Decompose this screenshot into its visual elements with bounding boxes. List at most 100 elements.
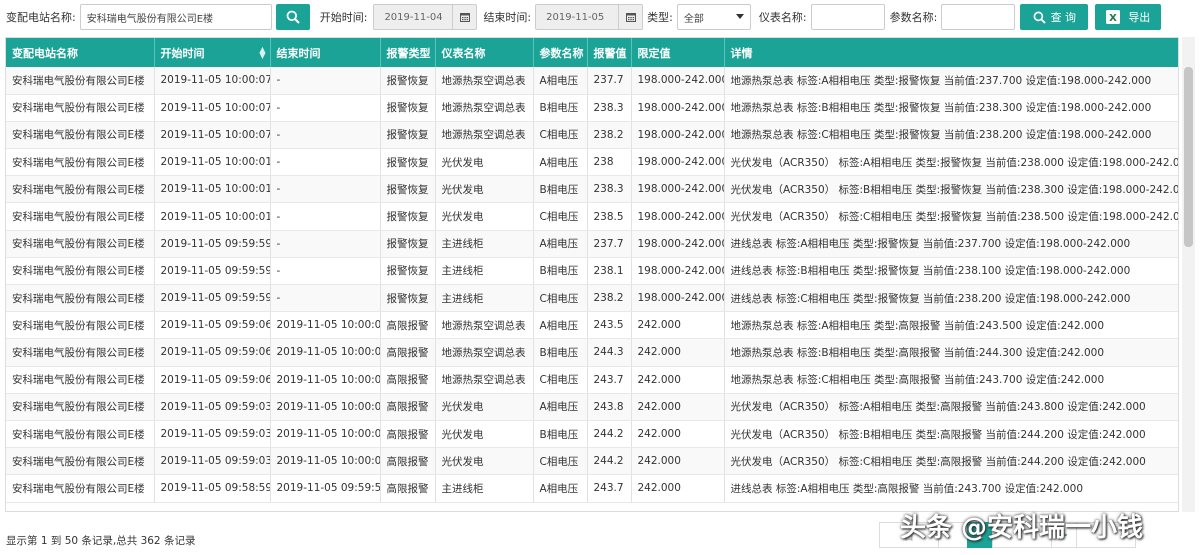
table-row[interactable]: 安科瑞电气股份有限公司E楼 2019-11-05 10:00:01- 报警恢复 光伏发… [6, 202, 1178, 231]
export-button[interactable]: X 导出 [1095, 4, 1162, 30]
table-row[interactable]: 安科瑞电气股份有限公司E楼 2019-11-05 10:00:07- 报警恢复 地源热… [6, 67, 1178, 95]
cell-end-time: - [270, 67, 381, 95]
cell-alarm-type: 报警恢复 [380, 67, 436, 95]
table-row[interactable]: 安科瑞电气股份有限公司E楼 2019-11-05 10:00:07- 报警恢复 地源热… [6, 94, 1178, 122]
table-row[interactable]: 安科瑞电气股份有限公司E楼 2019-11-05 09:59:59- 报警恢复 主进线… [6, 284, 1178, 313]
cell-station: 安科瑞电气股份有限公司E楼 [6, 366, 155, 394]
vertical-scrollbar[interactable] [1182, 37, 1195, 512]
cell-param-name: A相电压 [533, 393, 588, 421]
end-date-input[interactable]: 2019-11-05 [535, 4, 620, 30]
table-row[interactable]: 安科瑞电气股份有限公司E楼 2019-11-05 09:59:03 2019-11-… [6, 447, 1178, 476]
start-date-input[interactable]: 2019-11-04 [373, 4, 454, 30]
column-header-limit-value[interactable]: 限定值 [631, 38, 725, 67]
cell-end-time: 2019-11-05 10:00:07 [270, 311, 381, 340]
column-header-station[interactable]: 变配电站名称 [6, 38, 155, 67]
cell-meter-name: 光伏发电 [435, 148, 534, 177]
table-row[interactable]: 安科瑞电气股份有限公司E楼 2019-11-05 09:58:59 2019-11-… [6, 474, 1178, 503]
start-calendar-button[interactable] [453, 4, 478, 30]
calendar-icon [625, 13, 636, 22]
cell-alarm-value: 237.7 [587, 230, 632, 258]
start-time-label: 开始时间: [319, 11, 368, 24]
cell-limit-value: 242.000 [631, 311, 725, 340]
cell-limit-value: 198.000-242.000 [631, 202, 725, 231]
cell-details: 进线总表 标签:A相相电压 类型:报警恢复 当前值:237.700 设定值:19… [724, 230, 1178, 258]
column-header-start-time[interactable]: 开始时间 ▲ ▼ [154, 38, 271, 67]
table-row[interactable]: 安科瑞电气股份有限公司E楼 2019-11-05 09:59:03 2019-11-… [6, 420, 1178, 449]
cell-meter-name: 光伏发电 [435, 202, 534, 231]
cell-station: 安科瑞电气股份有限公司E楼 [6, 311, 155, 340]
cell-limit-value: 198.000-242.000 [631, 284, 725, 313]
cell-details: 光伏发电（ACR350） 标签:A相相电压 类型:高限报警 当前值:243.80… [724, 393, 1178, 421]
cell-station: 安科瑞电气股份有限公司E楼 [6, 447, 155, 476]
query-button-label: 查 询 [1050, 11, 1077, 24]
cell-alarm-value: 238.3 [587, 175, 632, 204]
cell-details: 地源热泵总表 标签:A相相电压 类型:报警恢复 当前值:237.700 设定值:… [724, 67, 1178, 95]
start-date-picker[interactable]: 2019-11-04 [373, 4, 478, 30]
cell-alarm-value: 238.2 [587, 284, 632, 313]
cell-alarm-type: 报警恢复 [380, 148, 436, 177]
cell-end-time: - [270, 284, 381, 313]
type-select[interactable]: 全部 [676, 4, 751, 30]
cell-meter-name: 光伏发电 [435, 447, 534, 476]
cell-start-time: 2019-11-05 09:59:06 [154, 366, 271, 394]
cell-start-time: 2019-11-05 09:59:06 [154, 311, 271, 340]
table-row[interactable]: 安科瑞电气股份有限公司E楼 2019-11-05 10:00:01- 报警恢复 光伏发… [6, 148, 1178, 177]
cell-alarm-type: 高限报警 [380, 311, 436, 340]
pagination-summary: 显示第 1 到 50 条记录,总共 362 条记录 [6, 535, 196, 547]
table-row[interactable]: 安科瑞电气股份有限公司E楼 2019-11-05 09:59:06 2019-11-… [6, 338, 1178, 367]
cell-details: 光伏发电（ACR350） 标签:B相相电压 类型:高限报警 当前值:244.20… [724, 420, 1178, 449]
cell-details: 进线总表 标签:C相相电压 类型:报警恢复 当前值:238.200 设定值:19… [724, 284, 1178, 313]
param-name-input[interactable] [941, 4, 1016, 30]
table-row[interactable]: 安科瑞电气股份有限公司E楼 2019-11-05 10:00:01- 报警恢复 光伏发… [6, 175, 1178, 204]
end-date-picker[interactable]: 2019-11-05 [535, 4, 644, 30]
cell-details: 光伏发电（ACR350） 标签:C相相电压 类型:高限报警 当前值:244.20… [724, 447, 1178, 476]
cell-start-time: 2019-11-05 09:59:03 [154, 447, 271, 476]
query-button[interactable]: 查 询 [1020, 4, 1089, 30]
cell-alarm-value: 244.2 [587, 420, 632, 449]
cell-start-time: 2019-11-05 09:59:59 [154, 257, 271, 286]
cell-meter-name: 光伏发电 [435, 393, 534, 421]
cell-meter-name: 主进线柜 [435, 284, 534, 313]
table-row[interactable]: 安科瑞电气股份有限公司E楼 2019-11-05 09:59:06 2019-11-… [6, 311, 1178, 340]
table-row[interactable]: 安科瑞电气股份有限公司E楼 2019-11-05 09:59:03 2019-11-… [6, 393, 1178, 421]
column-header-meter-name[interactable]: 仪表名称 [435, 38, 534, 67]
cell-param-name: B相电压 [533, 257, 588, 286]
cell-meter-name: 地源热泵空调总表 [435, 121, 534, 150]
column-header-details[interactable]: 详情 [724, 38, 1178, 67]
table-row[interactable]: 安科瑞电气股份有限公司E楼 2019-11-05 09:59:59- 报警恢复 主进线… [6, 230, 1178, 258]
table-row[interactable]: 安科瑞电气股份有限公司E楼 2019-11-05 09:59:59- 报警恢复 主进线… [6, 257, 1178, 286]
cell-limit-value: 198.000-242.000 [631, 121, 725, 150]
cell-param-name: C相电压 [533, 284, 588, 313]
type-label: 类型: [647, 11, 673, 24]
end-calendar-button[interactable] [619, 4, 644, 30]
cell-station: 安科瑞电气股份有限公司E楼 [6, 148, 155, 177]
cell-meter-name: 光伏发电 [435, 420, 534, 449]
table-row[interactable]: 安科瑞电气股份有限公司E楼 2019-11-05 09:59:06 2019-11-… [6, 366, 1178, 394]
cell-limit-value: 198.000-242.000 [631, 230, 725, 258]
cell-station: 安科瑞电气股份有限公司E楼 [6, 284, 155, 313]
column-header-param-name[interactable]: 参数名称 [533, 38, 588, 67]
table-row[interactable]: 安科瑞电气股份有限公司E楼 2019-11-05 10:00:07- 报警恢复 地源热… [6, 121, 1178, 150]
cell-details: 地源热泵总表 标签:B相相电压 类型:高限报警 当前值:244.300 设定值:… [724, 338, 1178, 367]
cell-start-time: 2019-11-05 10:00:07 [154, 121, 271, 150]
column-header-alarm-type[interactable]: 报警类型 [380, 38, 436, 67]
cell-param-name: B相电压 [533, 338, 588, 367]
cell-alarm-value: 244.3 [587, 338, 632, 367]
search-icon [1033, 11, 1046, 24]
end-time-label: 结束时间: [483, 11, 532, 24]
cell-end-time: - [270, 121, 381, 150]
scrollbar-thumb[interactable] [1184, 67, 1193, 247]
station-input[interactable]: 安科瑞电气股份有限公司E楼 [79, 4, 272, 30]
station-search-button[interactable] [275, 4, 310, 30]
cell-start-time: 2019-11-05 10:00:01 [154, 202, 271, 231]
cell-param-name: B相电压 [533, 175, 588, 204]
cell-limit-value: 242.000 [631, 474, 725, 503]
column-header-alarm-value[interactable]: 报警值 [587, 38, 632, 67]
cell-station: 安科瑞电气股份有限公司E楼 [6, 67, 155, 95]
cell-details: 地源热泵总表 标签:C相相电压 类型:高限报警 当前值:243.700 设定值:… [724, 366, 1178, 394]
cell-details: 地源热泵总表 标签:C相相电压 类型:报警恢复 当前值:238.200 设定值:… [724, 121, 1178, 150]
meter-name-input[interactable] [810, 4, 885, 30]
cell-alarm-type: 报警恢复 [380, 230, 436, 258]
cell-limit-value: 242.000 [631, 393, 725, 421]
column-header-end-time[interactable]: 结束时间 [270, 38, 381, 67]
